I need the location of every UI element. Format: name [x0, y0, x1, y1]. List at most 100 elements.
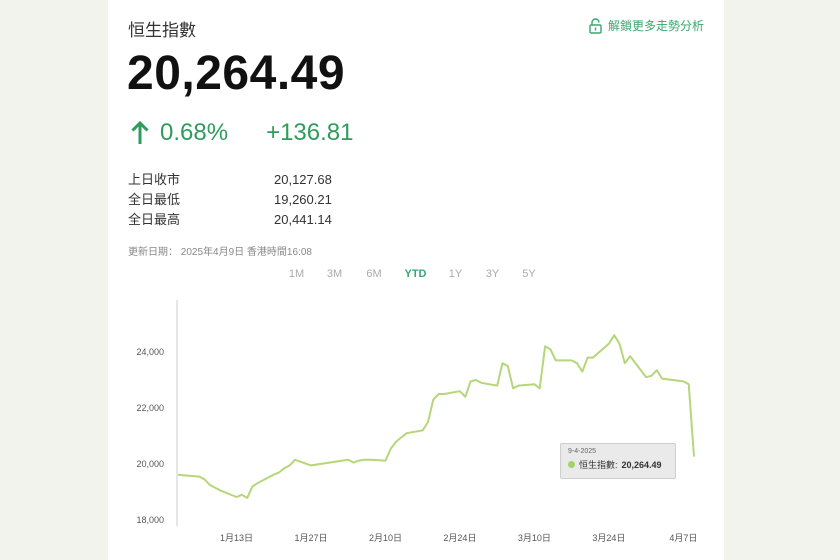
data-point[interactable] [310, 464, 312, 466]
data-point[interactable] [576, 362, 578, 364]
data-point[interactable] [251, 485, 253, 487]
data-point[interactable] [544, 345, 546, 347]
tooltip-series: 恒生指數: [579, 460, 618, 470]
data-point[interactable] [246, 497, 248, 499]
range-selector: 1M 3M 6M YTD 1Y 3Y 5Y [278, 268, 547, 280]
data-point[interactable] [257, 482, 259, 484]
data-point[interactable] [464, 396, 466, 398]
range-tab-5y[interactable]: 5Y [511, 268, 547, 280]
stat-value: 20,127.68 [274, 172, 332, 187]
data-point[interactable] [629, 355, 631, 357]
change-percent: 0.68% [160, 119, 229, 146]
data-point[interactable] [581, 370, 583, 372]
series-dot-icon [568, 461, 575, 468]
x-tick-label: 1月13日 [220, 533, 253, 543]
data-point[interactable] [512, 387, 514, 389]
data-point[interactable] [400, 436, 402, 438]
stat-label: 上日收市 [128, 172, 181, 187]
data-point[interactable] [203, 478, 205, 480]
data-point[interactable] [352, 461, 354, 463]
x-tick-label: 2月24日 [443, 533, 476, 543]
data-point[interactable] [645, 376, 647, 378]
data-point[interactable] [294, 459, 296, 461]
data-point[interactable] [533, 383, 535, 385]
stat-row: 全日最低 19,260.21 [128, 190, 332, 210]
x-tick-label: 3月10日 [518, 533, 551, 543]
index-card: 恒生指數 解鎖更多走勢分析 20,264.49 0.68% +136.81 上日… [108, 0, 724, 560]
data-point[interactable] [438, 393, 440, 395]
data-point[interactable] [682, 380, 684, 382]
index-title: 恒生指數 [128, 21, 196, 40]
data-point[interactable] [539, 387, 541, 389]
data-point[interactable] [241, 494, 243, 496]
index-price: 20,264.49 [127, 47, 346, 100]
data-point[interactable] [368, 459, 370, 461]
data-point[interactable] [624, 362, 626, 364]
data-point[interactable] [283, 467, 285, 469]
data-point[interactable] [688, 383, 690, 385]
data-point[interactable] [555, 359, 557, 361]
data-point[interactable] [650, 375, 652, 377]
x-tick-label: 4月7日 [669, 533, 697, 543]
data-point[interactable] [177, 473, 179, 475]
data-point[interactable] [278, 471, 280, 473]
stat-value: 19,260.21 [274, 192, 332, 207]
data-point[interactable] [469, 380, 471, 382]
y-tick-label: 22,000 [136, 403, 164, 413]
data-point[interactable] [406, 432, 408, 434]
data-point[interactable] [214, 487, 216, 489]
data-point[interactable] [661, 377, 663, 379]
data-point[interactable] [656, 369, 658, 371]
range-tab-6m[interactable]: 6M [354, 268, 394, 280]
data-point[interactable] [501, 362, 503, 364]
data-point[interactable] [182, 474, 184, 476]
data-point[interactable] [273, 473, 275, 475]
range-tab-ytd[interactable]: YTD [394, 268, 437, 280]
stat-row: 上日收市 20,127.68 [128, 170, 332, 190]
data-point[interactable] [384, 459, 386, 461]
y-tick-label: 20,000 [136, 459, 164, 469]
data-point[interactable] [475, 379, 477, 381]
data-point[interactable] [427, 421, 429, 423]
stat-value: 20,441.14 [274, 212, 332, 227]
tooltip-date: 9-4-2025 [568, 448, 597, 455]
data-point[interactable] [390, 447, 392, 449]
change-absolute: +136.81 [266, 119, 354, 146]
data-point[interactable] [586, 356, 588, 358]
data-point[interactable] [347, 459, 349, 461]
data-point[interactable] [443, 393, 445, 395]
data-point[interactable] [496, 384, 498, 386]
range-tab-3y[interactable]: 3Y [474, 268, 511, 280]
unlock-analysis-link[interactable]: 解鎖更多走勢分析 [588, 17, 704, 34]
range-tab-3m[interactable]: 3M [315, 268, 354, 280]
data-point[interactable] [209, 484, 211, 486]
data-point[interactable] [592, 356, 594, 358]
range-tab-1m[interactable]: 1M [278, 268, 315, 280]
data-point[interactable] [693, 455, 695, 457]
arrow-up-icon [130, 120, 150, 146]
x-tick-label: 1月27日 [294, 533, 327, 543]
index-line-chart[interactable]: 18,000 20,000 22,000 24,000 1月13日 1月27日 2月10日… [108, 290, 724, 550]
stat-label: 全日最低 [128, 192, 181, 207]
data-point[interactable] [395, 440, 397, 442]
data-point[interactable] [613, 334, 615, 336]
data-point[interactable] [363, 459, 365, 461]
data-point[interactable] [235, 496, 237, 498]
data-point[interactable] [517, 384, 519, 386]
range-tab-1y[interactable]: 1Y [437, 268, 474, 280]
data-point[interactable] [358, 459, 360, 461]
data-point[interactable] [459, 390, 461, 392]
change-row: 0.68% +136.81 [130, 119, 353, 147]
data-point[interactable] [198, 475, 200, 477]
data-point[interactable] [480, 382, 482, 384]
data-point[interactable] [618, 342, 620, 344]
data-point[interactable] [432, 398, 434, 400]
data-point[interactable] [219, 489, 221, 491]
stat-row: 全日最高 20,441.14 [128, 210, 332, 230]
data-point[interactable] [570, 359, 572, 361]
data-point[interactable] [549, 348, 551, 350]
data-point[interactable] [507, 365, 509, 367]
data-point[interactable] [608, 342, 610, 344]
data-point[interactable] [289, 464, 291, 466]
data-point[interactable] [422, 429, 424, 431]
